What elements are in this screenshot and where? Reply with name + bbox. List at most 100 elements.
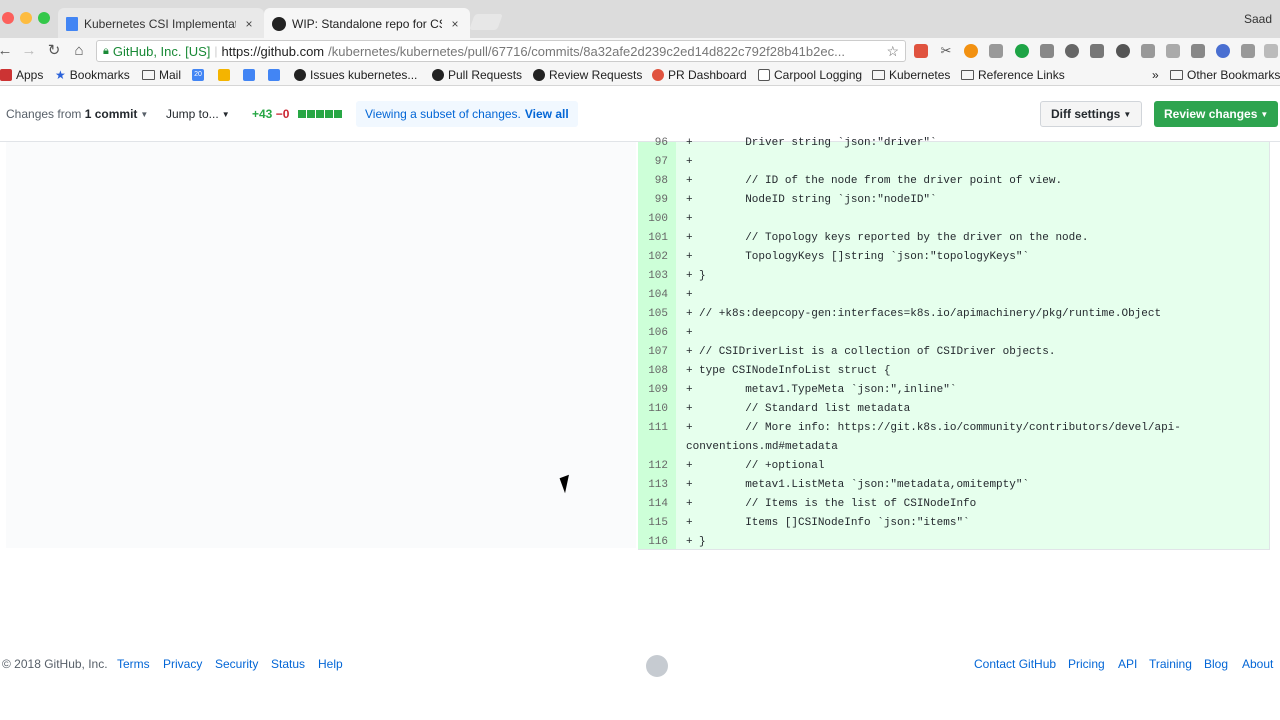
bookmark-other[interactable]: Other Bookmarks — [1170, 67, 1280, 83]
diff-settings-button[interactable]: Diff settings ▼ — [1040, 101, 1143, 127]
bookmark-reference-links[interactable]: Reference Links — [961, 67, 1065, 83]
bookmark-pr-dashboard[interactable]: PR Dashboard — [652, 67, 747, 83]
bookmark-carpool[interactable]: Carpool Logging — [758, 67, 862, 83]
bookmark-icon-item[interactable] — [243, 67, 255, 83]
line-number[interactable]: 104 — [638, 286, 668, 305]
lock-icon: 🔒︎ — [103, 44, 109, 57]
extension-icon[interactable] — [1040, 44, 1054, 58]
jump-to-menu[interactable]: Jump to... ▼ — [166, 107, 230, 121]
scissors-icon[interactable]: ✂ — [939, 44, 953, 58]
bookmark-icon-item[interactable] — [268, 67, 280, 83]
footer-link-security[interactable]: Security — [215, 657, 258, 671]
bookmark-bookmarks[interactable]: ★ Bookmarks — [55, 67, 130, 83]
line-number[interactable]: 105 — [638, 305, 668, 324]
extension-icon[interactable] — [914, 44, 928, 58]
reload-icon[interactable]: ↻ — [45, 42, 63, 60]
diffstat-blocks — [297, 107, 342, 121]
diff-sign: + — [686, 137, 693, 149]
address-bar[interactable]: 🔒︎ GitHub, Inc. [US] | https://github.co… — [96, 40, 906, 62]
line-number[interactable]: 97 — [638, 153, 668, 172]
line-number[interactable]: 110 — [638, 400, 668, 419]
bookmark-apps[interactable]: Apps — [0, 67, 43, 83]
footer-link-blog[interactable]: Blog — [1204, 657, 1228, 671]
footer-link-contact[interactable]: Contact GitHub — [974, 657, 1056, 671]
line-number[interactable]: 113 — [638, 476, 668, 495]
github-logo-icon[interactable] — [646, 655, 668, 677]
browser-tab-csi-doc[interactable]: Kubernetes CSI Implementatio × — [58, 8, 264, 40]
extension-icon[interactable] — [1216, 44, 1230, 58]
url-path: /kubernetes/kubernetes/pull/67716/commit… — [328, 43, 845, 59]
forward-icon[interactable]: → — [20, 42, 38, 60]
line-number[interactable]: 102 — [638, 248, 668, 267]
line-number[interactable]: 99 — [638, 191, 668, 210]
line-number[interactable]: 107 — [638, 343, 668, 362]
line-number[interactable]: 101 — [638, 229, 668, 248]
view-all-link[interactable]: View all — [525, 107, 569, 121]
line-number[interactable]: 98 — [638, 172, 668, 191]
extension-icon[interactable] — [1065, 44, 1079, 58]
diff-sign: + — [686, 365, 693, 377]
line-number[interactable]: 112 — [638, 457, 668, 476]
extension-icon[interactable] — [964, 44, 978, 58]
close-window-icon[interactable] — [2, 12, 14, 24]
extension-icon[interactable] — [1141, 44, 1155, 58]
ssl-organization: GitHub, Inc. [US] — [112, 43, 211, 59]
line-number[interactable]: 115 — [638, 514, 668, 533]
diff-sign: + — [686, 308, 693, 320]
close-tab-icon[interactable]: × — [242, 17, 256, 31]
code-text: } — [699, 536, 706, 548]
bookmark-review-requests[interactable]: Review Requests — [533, 67, 642, 83]
line-number[interactable]: 116 — [638, 533, 668, 552]
menu-icon[interactable] — [1264, 44, 1278, 58]
profile-name[interactable]: Saad — [1244, 12, 1272, 26]
line-number[interactable]: 100 — [638, 210, 668, 229]
maximize-window-icon[interactable] — [38, 12, 50, 24]
line-number[interactable]: 108 — [638, 362, 668, 381]
line-number[interactable]: 111 — [638, 419, 668, 438]
bookmark-label: Mail — [159, 68, 182, 82]
footer-link-terms[interactable]: Terms — [117, 657, 150, 671]
minimize-window-icon[interactable] — [20, 12, 32, 24]
code-text: // Topology keys reported by the driver … — [699, 232, 1089, 244]
bookmark-mail[interactable]: Mail — [142, 67, 181, 83]
github-icon — [533, 69, 545, 81]
browser-tab-github-pr[interactable]: WIP: Standalone repo for CSI / × — [264, 8, 470, 40]
line-number[interactable]: 114 — [638, 495, 668, 514]
bookmark-kubernetes[interactable]: Kubernetes — [872, 67, 950, 83]
footer-link-privacy[interactable]: Privacy — [163, 657, 202, 671]
extension-icon[interactable] — [989, 44, 1003, 58]
bookmarks-overflow-chevron[interactable]: » — [1152, 67, 1159, 83]
changes-from-menu[interactable]: Changes from 1 commit ▼ — [6, 107, 148, 121]
extension-icon[interactable] — [1191, 44, 1205, 58]
line-number[interactable]: 103 — [638, 267, 668, 286]
bookmark-drive[interactable] — [218, 67, 230, 83]
google-docs-icon — [66, 17, 78, 31]
bookmark-star-icon[interactable]: ☆ — [886, 43, 899, 60]
code-text: NodeID string `json:"nodeID"` — [699, 194, 937, 206]
extension-icon[interactable] — [1116, 44, 1130, 58]
subset-notice: Viewing a subset of changes. View all — [356, 101, 578, 127]
review-changes-button[interactable]: Review changes ▼ — [1154, 101, 1279, 127]
footer-link-api[interactable]: API — [1118, 657, 1137, 671]
footer-link-pricing[interactable]: Pricing — [1068, 657, 1105, 671]
extension-icon[interactable] — [1090, 44, 1104, 58]
new-tab-button[interactable] — [469, 14, 503, 30]
footer-link-about[interactable]: About — [1242, 657, 1273, 671]
footer-link-help[interactable]: Help — [318, 657, 343, 671]
footer-link-training[interactable]: Training — [1149, 657, 1192, 671]
close-tab-icon[interactable]: × — [448, 17, 462, 31]
line-number[interactable]: 106 — [638, 324, 668, 343]
line-number[interactable]: 109 — [638, 381, 668, 400]
diff-settings-label: Diff settings — [1051, 107, 1121, 121]
bookmark-issues[interactable]: Issues kubernetes... — [294, 67, 417, 83]
extension-icon[interactable] — [1241, 44, 1255, 58]
extension-icon[interactable] — [1166, 44, 1180, 58]
code-text: // +optional — [699, 460, 825, 472]
bookmark-pull-requests[interactable]: Pull Requests — [432, 67, 522, 83]
bookmark-calendar[interactable]: 20 — [192, 67, 204, 83]
extension-icon[interactable] — [1015, 44, 1029, 58]
home-icon[interactable]: ⌂ — [70, 42, 88, 60]
line-number[interactable]: 96 — [638, 134, 668, 153]
footer-link-status[interactable]: Status — [271, 657, 305, 671]
back-icon[interactable]: ← — [0, 42, 14, 60]
